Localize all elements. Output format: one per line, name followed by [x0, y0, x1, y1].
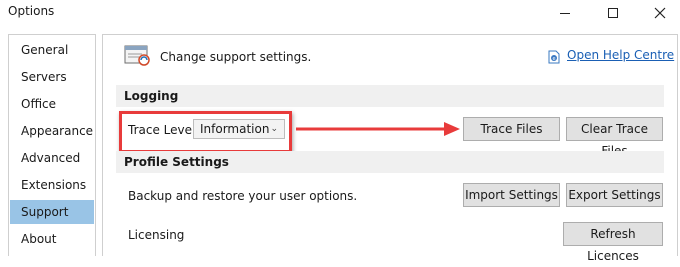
sidebar-nav: General Servers Office Appearance Advanc… [8, 34, 96, 256]
annotation-arrow-icon [296, 122, 460, 136]
licensing-label: Licensing [128, 228, 185, 242]
header-description: Change support settings. [160, 50, 312, 64]
profile-settings-section-header: Profile Settings [116, 151, 664, 173]
minimize-button[interactable] [542, 0, 588, 26]
logging-section-header: Logging [116, 85, 664, 107]
sidebar-item-servers[interactable]: Servers [10, 65, 94, 89]
sidebar-item-support[interactable]: Support [10, 200, 94, 224]
open-help-centre-link[interactable]: Open Help Centre [567, 48, 674, 62]
export-settings-button[interactable]: Export Settings [566, 183, 663, 207]
support-settings-icon [124, 45, 150, 66]
import-settings-button[interactable]: Import Settings [463, 183, 560, 207]
sidebar-item-general[interactable]: General [10, 38, 94, 62]
sidebar-item-appearance[interactable]: Appearance [10, 119, 94, 143]
sidebar-item-office[interactable]: Office [10, 92, 94, 116]
sidebar-item-extensions[interactable]: Extensions [10, 173, 94, 197]
window-title: Options [8, 4, 55, 18]
backup-description: Backup and restore your user options. [128, 189, 358, 203]
help-document-icon[interactable]: e [547, 50, 561, 64]
sidebar-item-advanced[interactable]: Advanced [10, 146, 94, 170]
maximize-button[interactable] [590, 0, 636, 26]
trace-files-button[interactable]: Trace Files [463, 117, 560, 141]
title-bar: Options [0, 0, 680, 26]
sidebar-item-about[interactable]: About [10, 227, 94, 251]
refresh-licences-button[interactable]: Refresh Licences [563, 222, 663, 263]
close-button[interactable] [637, 0, 680, 26]
svg-text:e: e [552, 56, 555, 62]
clear-trace-files-button[interactable]: Clear Trace Files [566, 117, 663, 158]
annotation-highlight-box [119, 111, 292, 153]
close-icon [654, 7, 666, 19]
minimize-icon [560, 12, 570, 14]
maximize-icon [608, 8, 618, 18]
